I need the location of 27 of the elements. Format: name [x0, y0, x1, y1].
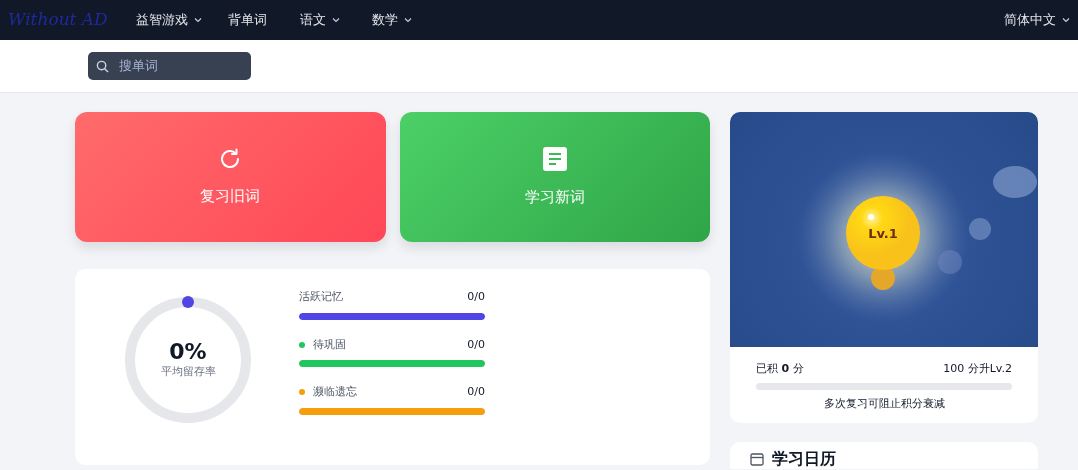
ring-start-dot [182, 296, 194, 308]
nav-link[interactable]: 语文 [299, 10, 372, 30]
bokeh-light [993, 166, 1037, 198]
bokeh-light [938, 250, 962, 274]
bar-label: 待巩固 [313, 336, 346, 353]
hint-text: 多次复习可阻止积分衰减 [822, 395, 946, 412]
bar-count: 0/0 [467, 384, 485, 400]
calendar-icon [750, 451, 764, 466]
bar-label: 濒临遗忘 [313, 384, 357, 400]
search-input[interactable]: 搜单词 [117, 55, 227, 77]
nav-link[interactable]: 益智游戏 [135, 10, 228, 30]
bar-count: 0/0 [467, 289, 485, 305]
nav-link[interactable]: 数学 [371, 10, 444, 30]
level-label: Lv.1 [868, 226, 898, 241]
bar-label: 活跃记忆 [299, 289, 343, 305]
calendar-title: 学习日历 [772, 447, 836, 470]
bar-count: 0/0 [467, 336, 485, 353]
next-level-text: 100 分升Lv.2 [943, 361, 1012, 377]
search-bar[interactable]: 搜单词 [88, 52, 251, 80]
percent-label: 平均留存率 [160, 363, 216, 380]
document-icon [541, 145, 568, 172]
points-text: 已积 0 分 [756, 361, 804, 377]
search-icon [96, 59, 109, 73]
nav-link[interactable]: 背单词 [227, 10, 300, 30]
bokeh-light [969, 218, 991, 240]
language-selector[interactable]: 简体中文 [1004, 10, 1070, 30]
percent-value: 0% [169, 339, 207, 364]
